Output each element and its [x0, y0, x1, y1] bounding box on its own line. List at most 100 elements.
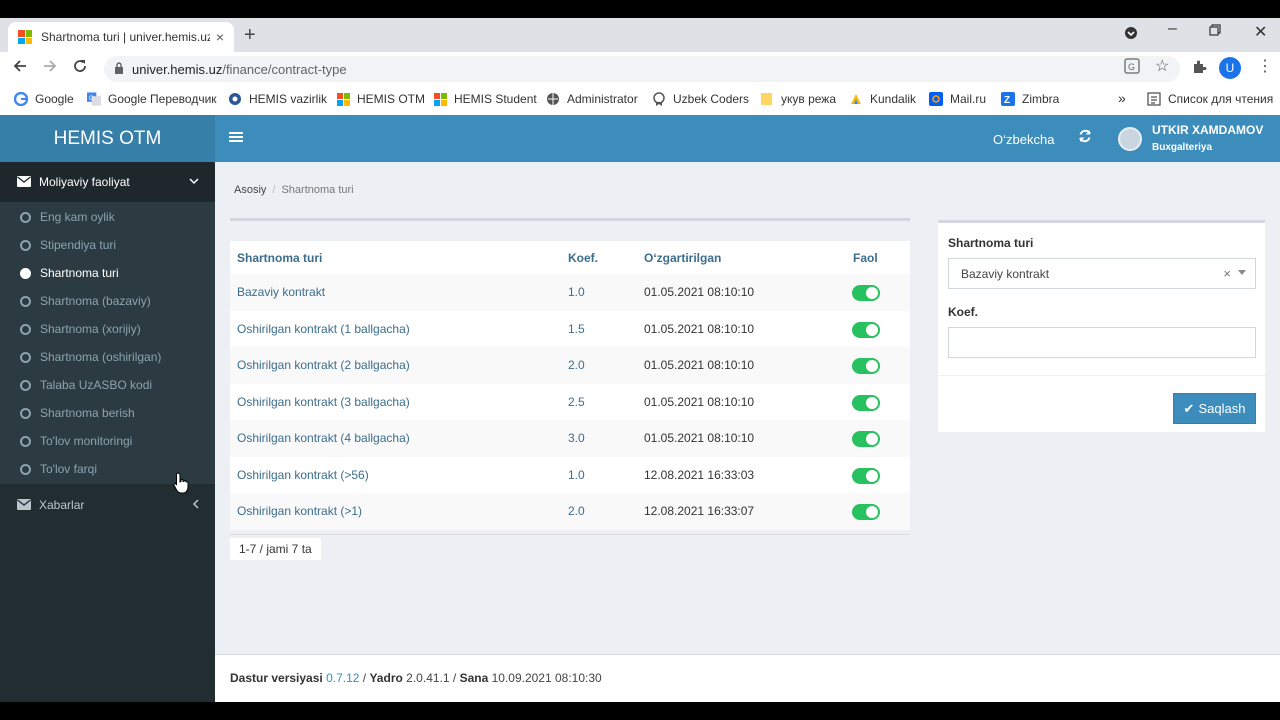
clear-select-icon[interactable]: ×: [1223, 266, 1231, 281]
restore-icon[interactable]: [1209, 24, 1221, 39]
column-header-changed[interactable]: O‘zgartirilgan: [644, 251, 721, 265]
hemis-icon: [228, 92, 242, 106]
menu-dots-icon[interactable]: ⋮: [1257, 56, 1273, 76]
column-header-type[interactable]: Shartnoma turi: [237, 251, 322, 265]
reload-icon[interactable]: [72, 58, 88, 79]
circle-icon: [20, 211, 31, 223]
active-toggle[interactable]: [852, 394, 880, 411]
save-button[interactable]: ✔ Saqlash: [1173, 393, 1256, 424]
contract-name-link[interactable]: Bazaviy kontrakt: [237, 285, 325, 299]
active-toggle[interactable]: [852, 504, 880, 520]
language-select[interactable]: O‘zbekcha: [993, 132, 1054, 147]
sidebar-item-shartnoma-berish[interactable]: Shartnoma berish: [20, 399, 135, 427]
contract-name-link[interactable]: Oshirilgan kontrakt (>1): [237, 504, 362, 518]
active-toggle[interactable]: [852, 467, 880, 484]
bookmark-hemis-student[interactable]: HEMIS Student: [433, 92, 537, 106]
version-link[interactable]: 0.7.12: [326, 671, 359, 685]
sidebar-item-shartnoma-turi[interactable]: Shartnoma turi: [20, 259, 119, 287]
sidebar-submenu: Eng kam oylik Stipendiya turi Shartnoma …: [0, 202, 215, 484]
forward-icon[interactable]: [42, 58, 58, 79]
tab-search-icon[interactable]: [1124, 26, 1138, 43]
tab-strip: Shartnoma turi | univer.hemis.uz × + – ✕: [0, 18, 1280, 52]
bookmark-zimbra[interactable]: Z Zimbra: [1001, 92, 1059, 106]
bookmark-folder[interactable]: укув режа: [760, 92, 836, 106]
bookmark-hemis-vazirlik[interactable]: HEMIS vazirlik: [228, 92, 327, 106]
table-row[interactable]: Oshirilgan kontrakt (1 ballgacha) 1.5 01…: [230, 310, 910, 347]
zimbra-icon: Z: [1001, 92, 1015, 106]
sidebar-item-uzasbo-kodi[interactable]: Talaba UzASBO kodi: [20, 371, 152, 399]
bookmarks-more-button[interactable]: »: [1118, 90, 1126, 106]
active-toggle[interactable]: [852, 358, 880, 374]
bookmark-translate[interactable]: G Google Переводчик: [87, 92, 217, 106]
changed-cell: 12.08.2021 16:33:03: [644, 467, 755, 482]
active-toggle[interactable]: [852, 321, 880, 338]
sidebar-section-moliyaviy[interactable]: Moliyaviy faoliyat: [0, 162, 215, 202]
back-icon[interactable]: [12, 58, 28, 79]
extensions-icon[interactable]: [1191, 58, 1207, 77]
koef-cell: 3.0: [568, 431, 585, 446]
sidebar-item-shartnoma-xorijiy[interactable]: Shartnoma (xorijiy): [20, 315, 141, 343]
sidebar-item-shartnoma-bazaviy[interactable]: Shartnoma (bazaviy): [20, 287, 151, 315]
circle-icon: [20, 295, 31, 307]
sidebar-item-shartnoma-oshirilgan[interactable]: Shartnoma (oshirilgan): [20, 343, 161, 371]
bookmark-uzbek-coders[interactable]: Uzbek Coders: [652, 92, 749, 106]
contract-type-table-box: Shartnoma turi Koef. O‘zgartirilgan Faol…: [230, 218, 910, 535]
user-avatar[interactable]: [1118, 127, 1142, 151]
profile-avatar[interactable]: U: [1219, 57, 1241, 79]
active-toggle[interactable]: [852, 431, 880, 447]
active-toggle[interactable]: [852, 285, 880, 301]
mail-icon: [929, 92, 943, 106]
envelope-icon: [17, 498, 31, 513]
contract-name-link[interactable]: Oshirilgan kontrakt (1 ballgacha): [237, 322, 410, 336]
bookmark-kundalik[interactable]: Kundalik: [849, 92, 916, 106]
dropdown-arrow-icon[interactable]: [1238, 270, 1246, 275]
contract-name-link[interactable]: Oshirilgan kontrakt (>56): [237, 468, 369, 482]
circle-filled-icon: [20, 267, 31, 279]
translate-page-icon[interactable]: G: [1124, 58, 1140, 77]
new-tab-button[interactable]: +: [244, 24, 256, 47]
bookmark-hemis-otm[interactable]: HEMIS OTM: [336, 92, 425, 106]
breadcrumb: Asosiy / Shartnoma turi: [234, 184, 354, 196]
refresh-icon[interactable]: [1078, 129, 1092, 147]
table-row[interactable]: Oshirilgan kontrakt (4 ballgacha) 3.0 01…: [230, 420, 910, 457]
sidebar-item-eng-kam-oylik[interactable]: Eng kam oylik: [20, 203, 115, 231]
table-row[interactable]: Oshirilgan kontrakt (2 ballgacha) 2.0 01…: [230, 347, 910, 384]
tab-close-icon[interactable]: ×: [216, 29, 224, 45]
address-bar[interactable]: univer.hemis.uz/finance/contract-type: [104, 56, 1180, 82]
folder-icon: [760, 92, 774, 106]
table-row[interactable]: Oshirilgan kontrakt (>56) 1.0 12.08.2021…: [230, 456, 910, 493]
globe-icon: [546, 92, 560, 106]
table-row[interactable]: Oshirilgan kontrakt (3 ballgacha) 2.5 01…: [230, 383, 910, 420]
contract-name-link[interactable]: Oshirilgan kontrakt (3 ballgacha): [237, 395, 410, 409]
contract-name-link[interactable]: Oshirilgan kontrakt (4 ballgacha): [237, 431, 410, 445]
core-version: 2.0.41.1: [406, 671, 450, 685]
mouse-cursor-icon: [173, 472, 189, 494]
sidebar-item-tolov-monitoringi[interactable]: To'lov monitoringi: [20, 427, 132, 455]
browser-tab[interactable]: Shartnoma turi | univer.hemis.uz ×: [8, 22, 234, 52]
column-header-koef[interactable]: Koef.: [568, 251, 598, 265]
circle-icon: [20, 351, 31, 363]
bookmark-google[interactable]: Google: [14, 92, 74, 106]
sidebar-toggle-icon[interactable]: [229, 130, 243, 148]
table-row[interactable]: Oshirilgan kontrakt (>1) 2.0 12.08.2021 …: [230, 493, 910, 530]
reading-list-button[interactable]: Список для чтения: [1147, 92, 1273, 106]
user-name[interactable]: UTKIR XAMDAMOV: [1152, 123, 1263, 137]
sidebar-item-stipendiya-turi[interactable]: Stipendiya turi: [20, 231, 116, 259]
sidebar-item-tolov-farqi[interactable]: To'lov farqi: [20, 455, 97, 483]
contract-type-select[interactable]: Bazaviy kontrakt ×: [948, 258, 1256, 289]
bookmark-mailru[interactable]: Mail.ru: [929, 92, 986, 106]
minimize-icon[interactable]: –: [1168, 20, 1177, 38]
table-row[interactable]: Bazaviy kontrakt 1.0 01.05.2021 08:10:10: [230, 274, 910, 311]
sidebar-section-xabarlar[interactable]: Xabarlar: [0, 490, 215, 520]
app-logo[interactable]: HEMIS OTM: [0, 115, 215, 162]
close-window-icon[interactable]: ✕: [1254, 22, 1267, 42]
contract-name-link[interactable]: Oshirilgan kontrakt (2 ballgacha): [237, 358, 410, 372]
column-header-active[interactable]: Faol: [853, 251, 878, 265]
breadcrumb-home[interactable]: Asosiy: [234, 184, 266, 196]
bookmark-star-icon[interactable]: ☆: [1155, 56, 1169, 76]
changed-cell: 01.05.2021 08:10:10: [644, 285, 755, 300]
bookmark-administrator[interactable]: Administrator: [546, 92, 638, 106]
koef-input[interactable]: [948, 327, 1256, 358]
windows-icon: [336, 92, 350, 106]
lock-icon: [114, 61, 124, 77]
